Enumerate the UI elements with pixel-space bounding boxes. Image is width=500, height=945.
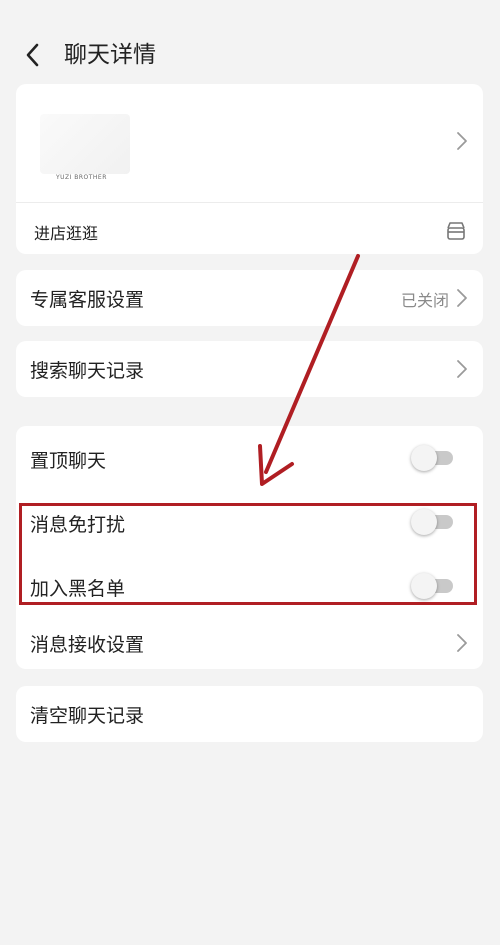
shop-logo-text: YUZI BROTHER (56, 174, 107, 181)
shop-logo (40, 114, 130, 174)
chevron-right-icon (455, 632, 469, 654)
store-icon[interactable] (445, 220, 467, 242)
pin-chat-label: 置顶聊天 (30, 450, 107, 472)
mute-row: 消息免打扰 (16, 490, 483, 552)
visit-store-link[interactable]: 进店逛逛 (34, 220, 98, 244)
page-title: 聊天详情 (64, 42, 156, 68)
blacklist-toggle[interactable] (411, 573, 455, 599)
chevron-right-icon (455, 358, 469, 380)
exclusive-service-label: 专属客服设置 (30, 289, 145, 311)
pin-chat-row: 置顶聊天 (16, 426, 483, 488)
chevron-right-icon (455, 130, 469, 152)
clear-history-row[interactable]: 清空聊天记录 (16, 686, 483, 742)
blacklist-label: 加入黑名单 (30, 578, 126, 600)
receive-settings-label: 消息接收设置 (30, 634, 145, 656)
chat-settings-card: 置顶聊天 消息免打扰 加入黑名单 消息接收设置 (16, 426, 483, 669)
exclusive-service-status: 已关闭 (400, 291, 449, 310)
blacklist-row: 加入黑名单 (16, 554, 483, 616)
search-history-label: 搜索聊天记录 (30, 360, 145, 382)
pin-chat-toggle[interactable] (411, 445, 455, 471)
exclusive-service-row[interactable]: 专属客服设置 已关闭 (16, 270, 483, 326)
back-button[interactable] (18, 40, 48, 70)
receive-settings-row[interactable]: 消息接收设置 (16, 616, 483, 669)
header: 聊天详情 (0, 20, 500, 90)
chevron-left-icon (26, 43, 39, 67)
mute-toggle[interactable] (411, 509, 455, 535)
divider (16, 202, 483, 203)
shop-info-row[interactable]: YUZI BROTHER (16, 84, 483, 202)
shop-card: YUZI BROTHER 进店逛逛 (16, 84, 483, 254)
search-history-row[interactable]: 搜索聊天记录 (16, 341, 483, 397)
mute-label: 消息免打扰 (30, 514, 126, 536)
chevron-right-icon (455, 287, 469, 309)
clear-history-label: 清空聊天记录 (30, 705, 145, 727)
